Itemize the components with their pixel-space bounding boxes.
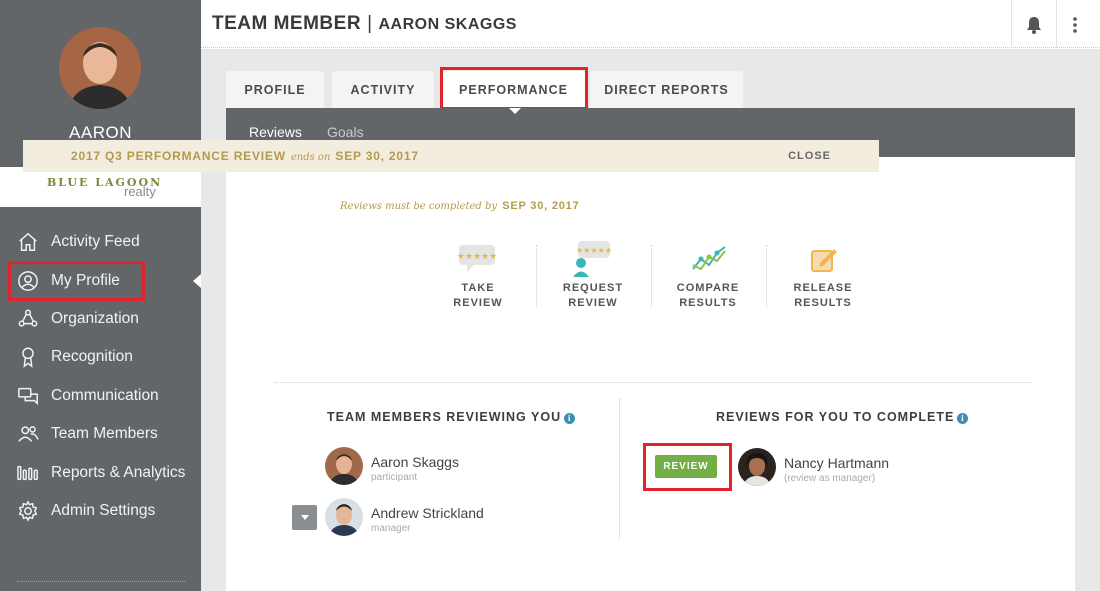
expand-dropdown-button[interactable]: [292, 505, 317, 530]
avatar: [738, 448, 776, 486]
highlight-box: [8, 261, 145, 302]
reviewing-you-heading-text: TEAM MEMBERS REVIEWING YOU: [327, 410, 562, 424]
step-label: REQUEST REVIEW: [562, 282, 624, 309]
step-take-review[interactable]: ★★★★★ TAKE REVIEW: [421, 238, 535, 311]
svg-text:★★★★★: ★★★★★: [576, 246, 612, 255]
avatar: [325, 447, 363, 485]
sidebar: AARON BLUE LAGOON realty Activity Feed M…: [0, 0, 201, 591]
review-button[interactable]: REVIEW: [655, 455, 717, 478]
sidebar-item-reports[interactable]: Reports & Analytics: [0, 453, 201, 491]
person-name: Andrew Strickland: [371, 505, 484, 521]
sidebar-item-activity-feed[interactable]: Activity Feed: [0, 223, 201, 261]
brand-tagline: realty: [124, 184, 156, 199]
chat-bubbles-icon: [16, 384, 40, 408]
page-title-main: TEAM MEMBER: [212, 13, 362, 34]
sidebar-item-label: Organization: [51, 309, 139, 327]
tab-performance[interactable]: PERFORMANCE: [440, 67, 588, 110]
org-chart-icon: [16, 307, 40, 331]
to-complete-heading: REVIEWS FOR YOU TO COMPLETE i: [716, 410, 969, 424]
gear-icon: [16, 499, 40, 523]
sidebar-nav: Activity Feed My Profile Organization Re…: [0, 223, 201, 530]
more-options-icon[interactable]: [1067, 15, 1083, 35]
section-divider: [274, 382, 1031, 383]
award-ribbon-icon: [16, 345, 40, 369]
brand-logo: BLUE LAGOON realty: [0, 167, 201, 207]
people-icon: [16, 422, 40, 446]
sidebar-item-my-profile[interactable]: My Profile: [0, 261, 201, 302]
person-role: participant: [371, 472, 418, 483]
tab-label: ACTIVITY: [350, 82, 416, 97]
sidebar-item-recognition[interactable]: Recognition: [0, 338, 201, 376]
review-title: 2017 Q3 PERFORMANCE REVIEW ends on SEP 30,…: [71, 149, 419, 163]
profile-avatar[interactable]: [59, 27, 141, 109]
review-end-date: SEP 30, 2017: [335, 149, 419, 163]
sidebar-item-label: Communication: [51, 386, 159, 404]
rating-bubble-icon: ★★★★★: [421, 238, 535, 280]
due-note-date: SEP 30, 2017: [502, 200, 580, 212]
sidebar-item-communication[interactable]: Communication: [0, 377, 201, 415]
close-button[interactable]: CLOSE: [788, 150, 831, 162]
sidebar-item-label: Team Members: [51, 425, 158, 443]
step-label: RELEASE RESULTS: [793, 282, 853, 309]
svg-text:★★★★★: ★★★★★: [457, 252, 497, 262]
tab-label: DIRECT REPORTS: [604, 82, 729, 97]
person-name: Nancy Hartmann: [784, 455, 890, 471]
tab-direct-reports[interactable]: DIRECT REPORTS: [590, 71, 743, 108]
sidebar-item-label: Activity Feed: [51, 233, 140, 251]
step-request-review[interactable]: ★★★★★ REQUEST REVIEW: [536, 238, 650, 311]
page-title: TEAM MEMBER | AARON SKAGGS: [212, 13, 517, 35]
request-review-icon: ★★★★★: [536, 238, 650, 280]
due-note: Reviews must be completed by SEP 30, 201…: [340, 200, 580, 212]
step-label: TAKE REVIEW: [453, 282, 503, 309]
person-role: (review as manager): [784, 473, 876, 484]
info-icon[interactable]: i: [957, 413, 969, 424]
top-header: TEAM MEMBER | AARON SKAGGS: [201, 0, 1100, 48]
sidebar-item-organization[interactable]: Organization: [0, 300, 201, 338]
subnav-reviews[interactable]: Reviews: [249, 124, 302, 140]
step-label: COMPARE RESULTS: [676, 282, 740, 309]
line-graph-icon: [651, 238, 765, 280]
chevron-down-icon: [300, 515, 309, 520]
review-name: 2017 Q3 PERFORMANCE REVIEW: [71, 149, 286, 163]
active-tab-caret: [509, 108, 521, 114]
info-icon[interactable]: i: [564, 413, 576, 424]
review-banner: 2017 Q3 PERFORMANCE REVIEW ends on SEP 30,…: [23, 140, 879, 172]
edit-square-icon: [766, 238, 880, 280]
subnav-goals[interactable]: Goals: [327, 124, 364, 140]
home-icon: [16, 230, 40, 254]
sidebar-divider: [17, 581, 185, 582]
reviewing-you-heading: TEAM MEMBERS REVIEWING YOU i: [327, 410, 576, 424]
header-divider: [1056, 0, 1057, 48]
to-complete-heading-text: REVIEWS FOR YOU TO COMPLETE: [716, 410, 955, 424]
sidebar-item-label: Admin Settings: [51, 501, 156, 519]
person-role: manager: [371, 523, 411, 534]
step-release-results[interactable]: RELEASE RESULTS: [766, 238, 880, 311]
due-note-text: Reviews must be completed by: [340, 201, 498, 212]
sidebar-item-label: Recognition: [51, 348, 133, 366]
bell-icon[interactable]: [1024, 15, 1044, 35]
header-divider: [1011, 0, 1012, 48]
step-compare-results[interactable]: COMPARE RESULTS: [651, 238, 765, 311]
page-title-subject: AARON SKAGGS: [378, 16, 517, 33]
sidebar-item-team-members[interactable]: Team Members: [0, 415, 201, 453]
highlight-box: [440, 67, 588, 110]
bar-chart-icon: [16, 461, 40, 485]
tab-profile[interactable]: PROFILE: [226, 71, 324, 108]
column-divider: [619, 399, 620, 539]
active-pointer: [193, 274, 201, 289]
person-name: Aaron Skaggs: [371, 454, 459, 470]
sidebar-item-label: Reports & Analytics: [51, 463, 186, 481]
tab-activity[interactable]: ACTIVITY: [332, 71, 434, 108]
tab-label: PROFILE: [244, 82, 306, 97]
ends-text: ends on: [290, 152, 331, 163]
sidebar-item-admin-settings[interactable]: Admin Settings: [0, 492, 201, 530]
title-separator: |: [367, 13, 373, 34]
avatar: [325, 498, 363, 536]
